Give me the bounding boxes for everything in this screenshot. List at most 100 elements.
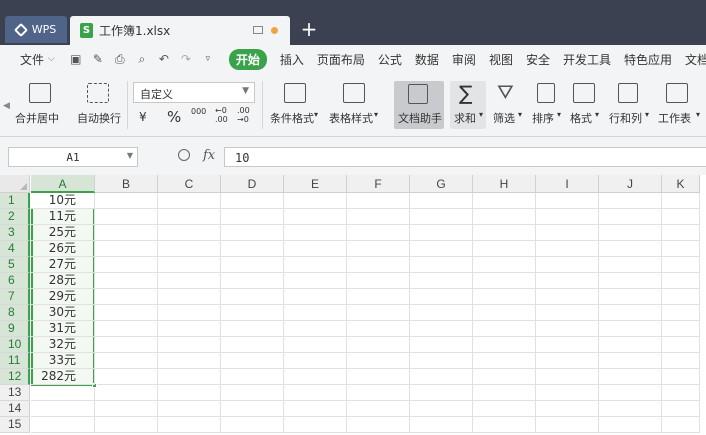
cell-b12[interactable] [95,369,158,385]
cell-k3[interactable] [662,225,700,241]
cell-f11[interactable] [347,353,410,369]
ribbon-scroll-left-icon[interactable]: ◀ [3,101,10,111]
cell-c3[interactable] [158,225,221,241]
cell-e2[interactable] [284,209,347,225]
row-header-2[interactable]: 2 [0,209,30,225]
print-icon[interactable]: ⎙ [113,52,127,67]
menu-special-apps[interactable]: 特色应用 [624,51,672,68]
cell-j10[interactable] [599,337,662,353]
cell-g5[interactable] [410,257,473,273]
cell-j5[interactable] [599,257,662,273]
increase-decimal-button[interactable]: ←0 .00 [215,106,228,124]
cell-g3[interactable] [410,225,473,241]
cell-f9[interactable] [347,321,410,337]
cell-i1[interactable] [536,193,599,209]
cell-f3[interactable] [347,225,410,241]
cell-h4[interactable] [473,241,536,257]
print-preview-icon[interactable]: ⌕ [135,52,149,67]
cell-j9[interactable] [599,321,662,337]
cell-b9[interactable] [95,321,158,337]
cell-a4[interactable]: 26元 [31,241,95,257]
cell-i12[interactable] [536,369,599,385]
cell-f14[interactable] [347,401,410,417]
cell-i5[interactable] [536,257,599,273]
cell-b10[interactable] [95,337,158,353]
column-header-f[interactable]: F [347,175,410,193]
cell-b1[interactable] [95,193,158,209]
row-header-1[interactable]: 1 [0,193,30,209]
menu-developer[interactable]: 开发工具 [563,51,611,68]
save-icon[interactable]: ▣ [69,52,83,66]
cell-f12[interactable] [347,369,410,385]
cell-h7[interactable] [473,289,536,305]
percent-button[interactable]: % [167,108,181,126]
cell-j4[interactable] [599,241,662,257]
cell-h15[interactable] [473,417,536,433]
column-header-i[interactable]: I [536,175,599,193]
cell-c8[interactable] [158,305,221,321]
cell-c15[interactable] [158,417,221,433]
cell-i8[interactable] [536,305,599,321]
cell-f15[interactable] [347,417,410,433]
menu-data[interactable]: 数据 [415,51,439,68]
cell-f13[interactable] [347,385,410,401]
cell-b6[interactable] [95,273,158,289]
cell-a11[interactable]: 33元 [31,353,95,369]
cell-d11[interactable] [221,353,284,369]
cell-f4[interactable] [347,241,410,257]
cell-g9[interactable] [410,321,473,337]
cell-k15[interactable] [662,417,700,433]
cell-g10[interactable] [410,337,473,353]
row-header-10[interactable]: 10 [0,337,30,353]
menu-doc-helper[interactable]: 文档助 [685,51,706,68]
column-header-a[interactable]: A [31,175,95,193]
cell-a3[interactable]: 25元 [31,225,95,241]
cell-a14[interactable] [31,401,95,417]
cell-d15[interactable] [221,417,284,433]
cell-b13[interactable] [95,385,158,401]
cell-i11[interactable] [536,353,599,369]
cell-d10[interactable] [221,337,284,353]
cell-b15[interactable] [95,417,158,433]
cell-h1[interactable] [473,193,536,209]
undo-icon[interactable]: ↶ [157,52,171,66]
cell-e7[interactable] [284,289,347,305]
cell-i13[interactable] [536,385,599,401]
cell-e9[interactable] [284,321,347,337]
cell-c2[interactable] [158,209,221,225]
column-header-d[interactable]: D [221,175,284,193]
cell-e15[interactable] [284,417,347,433]
cell-i3[interactable] [536,225,599,241]
row-header-11[interactable]: 11 [0,353,30,369]
cell-c14[interactable] [158,401,221,417]
name-box[interactable]: A1 ▼ [8,147,138,167]
format-painter-icon[interactable]: ✎ [91,52,105,66]
row-header-12[interactable]: 12 [0,369,30,385]
cell-d9[interactable] [221,321,284,337]
cell-e4[interactable] [284,241,347,257]
menu-formulas[interactable]: 公式 [378,51,402,68]
cell-e14[interactable] [284,401,347,417]
cell-c9[interactable] [158,321,221,337]
thousands-separator-button[interactable]: 000 [191,107,206,116]
column-header-h[interactable]: H [473,175,536,193]
column-header-k[interactable]: K [662,175,700,193]
cell-h13[interactable] [473,385,536,401]
cell-c4[interactable] [158,241,221,257]
cell-a1[interactable]: 10元 [31,193,95,209]
cell-g14[interactable] [410,401,473,417]
cell-d12[interactable] [221,369,284,385]
cell-d6[interactable] [221,273,284,289]
cell-g8[interactable] [410,305,473,321]
cell-e6[interactable] [284,273,347,289]
zoom-search-icon[interactable] [178,149,190,161]
new-tab-button[interactable]: + [300,18,318,40]
menu-insert[interactable]: 插入 [280,51,304,68]
cell-d7[interactable] [221,289,284,305]
cell-g6[interactable] [410,273,473,289]
cell-h6[interactable] [473,273,536,289]
cell-i4[interactable] [536,241,599,257]
cell-d14[interactable] [221,401,284,417]
row-header-7[interactable]: 7 [0,289,30,305]
cell-j6[interactable] [599,273,662,289]
